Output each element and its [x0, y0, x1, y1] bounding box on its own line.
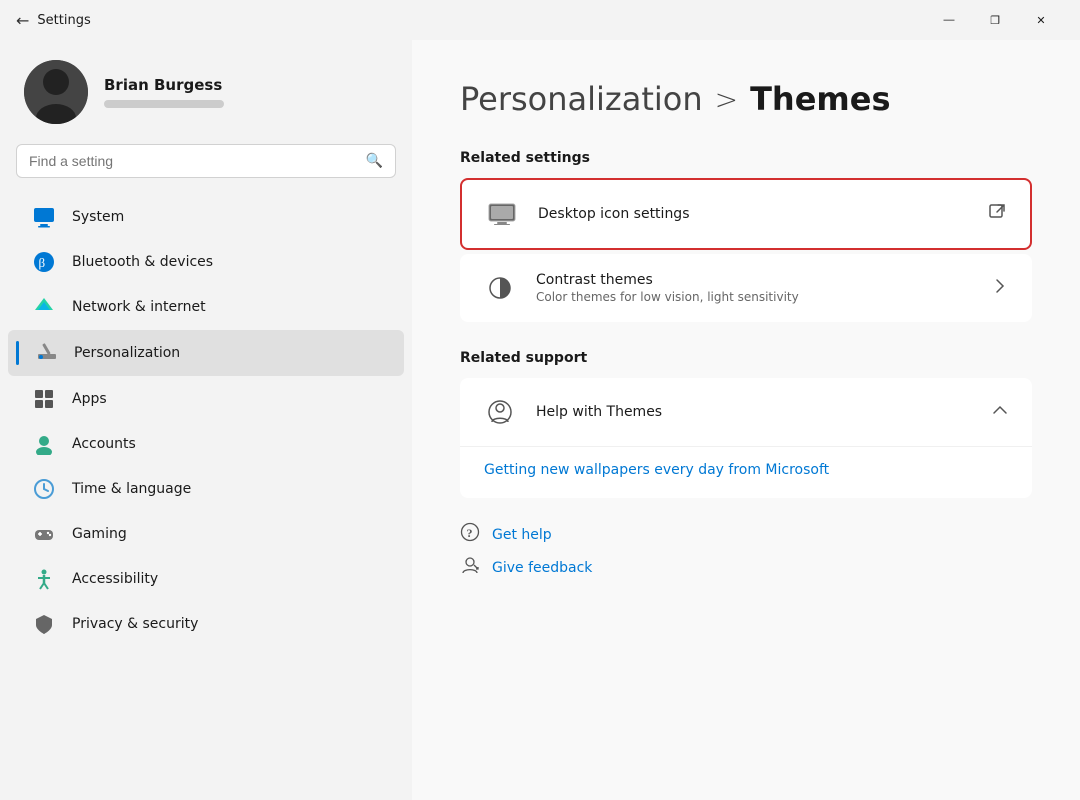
bluetooth-icon: β	[32, 250, 56, 274]
avatar	[24, 60, 88, 124]
contrast-themes-icon	[484, 272, 516, 304]
contrast-themes-card: Contrast themes Color themes for low vis…	[460, 254, 1032, 322]
contrast-themes-row[interactable]: Contrast themes Color themes for low vis…	[460, 254, 1032, 322]
sidebar-item-label-privacy: Privacy & security	[72, 616, 198, 632]
contrast-themes-text: Contrast themes Color themes for low vis…	[536, 272, 972, 304]
search-icon: 🔍	[366, 153, 383, 169]
close-button[interactable]: ✕	[1018, 0, 1064, 40]
related-settings-section: Related settings Desktop icon settings	[460, 150, 1032, 322]
sidebar-item-label-gaming: Gaming	[72, 526, 127, 542]
network-icon	[32, 295, 56, 319]
contrast-themes-title: Contrast themes	[536, 272, 972, 288]
titlebar-title: Settings	[37, 13, 90, 28]
help-with-themes-text: Help with Themes	[536, 404, 972, 420]
page-header: Personalization > Themes	[460, 80, 1032, 118]
help-content: Getting new wallpapers every day from Mi…	[460, 446, 1032, 498]
back-button[interactable]: ←	[16, 11, 29, 30]
user-info: Brian Burgess	[104, 76, 224, 108]
user-profile: Brian Burgess	[0, 40, 412, 140]
give-feedback-row: Give feedback	[460, 555, 1032, 580]
help-collapse-icon	[992, 402, 1008, 422]
sidebar-item-label-bluetooth: Bluetooth & devices	[72, 254, 213, 270]
sidebar-item-label-system: System	[72, 209, 124, 225]
minimize-button[interactable]: —	[926, 0, 972, 40]
sidebar-item-apps[interactable]: Apps	[8, 377, 404, 421]
privacy-icon	[32, 612, 56, 636]
sidebar-item-time[interactable]: Time & language	[8, 467, 404, 511]
gaming-icon	[32, 522, 56, 546]
svg-text:?: ?	[467, 526, 473, 540]
sidebar-item-network[interactable]: Network & internet	[8, 285, 404, 329]
desktop-icon-settings-title: Desktop icon settings	[538, 206, 968, 222]
sidebar-item-label-personalization: Personalization	[74, 345, 180, 361]
active-indicator	[16, 341, 19, 365]
window-controls: — ❐ ✕	[926, 0, 1064, 40]
sidebar-item-personalization-wrapper: Personalization	[0, 330, 412, 376]
sidebar-item-label-network: Network & internet	[72, 299, 206, 315]
sidebar-item-accessibility[interactable]: Accessibility	[8, 557, 404, 601]
desktop-icon-settings-action	[988, 203, 1006, 225]
get-help-row: ? Get help	[460, 522, 1032, 547]
breadcrumb-separator: >	[715, 83, 738, 116]
give-feedback-link[interactable]: Give feedback	[492, 560, 592, 576]
help-card: Help with Themes Getting new wallpapers …	[460, 378, 1032, 498]
contrast-themes-chevron	[992, 278, 1008, 298]
page-title: Themes	[750, 80, 890, 118]
apps-icon	[32, 387, 56, 411]
sidebar-item-privacy[interactable]: Privacy & security	[8, 602, 404, 646]
search-box[interactable]: 🔍	[16, 144, 396, 178]
accessibility-icon	[32, 567, 56, 591]
sidebar-item-gaming[interactable]: Gaming	[8, 512, 404, 556]
help-with-themes-title: Help with Themes	[536, 404, 972, 420]
personalization-icon	[36, 340, 58, 366]
get-help-link[interactable]: Get help	[492, 527, 552, 543]
bottom-links: ? Get help Give feedback	[460, 522, 1032, 580]
desktop-icon-settings-card: Desktop icon settings	[460, 178, 1032, 250]
desktop-icon	[486, 198, 518, 230]
contrast-themes-subtitle: Color themes for low vision, light sensi…	[536, 290, 972, 304]
titlebar: ← Settings — ❐ ✕	[0, 0, 1080, 40]
help-icon	[484, 396, 516, 428]
maximize-button[interactable]: ❐	[972, 0, 1018, 40]
accounts-icon	[32, 432, 56, 456]
sidebar: Brian Burgess 🔍 System	[0, 40, 412, 800]
nav-list: System β Bluetooth & devices	[0, 190, 412, 651]
time-icon	[32, 477, 56, 501]
sidebar-item-personalization[interactable]: Personalization	[8, 330, 404, 376]
help-with-themes-row[interactable]: Help with Themes	[460, 378, 1032, 446]
desktop-icon-settings-text: Desktop icon settings	[538, 206, 968, 222]
system-icon	[32, 205, 56, 229]
user-name: Brian Burgess	[104, 76, 224, 94]
related-support-section: Related support Help with Themes	[460, 350, 1032, 498]
get-help-icon: ?	[460, 522, 480, 547]
wallpaper-link[interactable]: Getting new wallpapers every day from Mi…	[484, 462, 829, 478]
give-feedback-icon	[460, 555, 480, 580]
svg-text:β: β	[39, 255, 46, 270]
related-settings-label: Related settings	[460, 150, 1032, 166]
app-body: Brian Burgess 🔍 System	[0, 40, 1080, 800]
sidebar-item-label-accounts: Accounts	[72, 436, 136, 452]
sidebar-item-label-accessibility: Accessibility	[72, 571, 158, 587]
breadcrumb: Personalization	[460, 80, 703, 118]
related-support-label: Related support	[460, 350, 1032, 366]
main-content: Personalization > Themes Related setting…	[412, 40, 1080, 800]
sidebar-item-system[interactable]: System	[8, 195, 404, 239]
sidebar-item-label-time: Time & language	[72, 481, 191, 497]
user-subtitle-bar	[104, 100, 224, 108]
search-input[interactable]	[29, 153, 358, 169]
sidebar-item-label-apps: Apps	[72, 391, 107, 407]
sidebar-item-bluetooth[interactable]: β Bluetooth & devices	[8, 240, 404, 284]
sidebar-item-accounts[interactable]: Accounts	[8, 422, 404, 466]
desktop-icon-settings-row[interactable]: Desktop icon settings	[462, 180, 1030, 248]
